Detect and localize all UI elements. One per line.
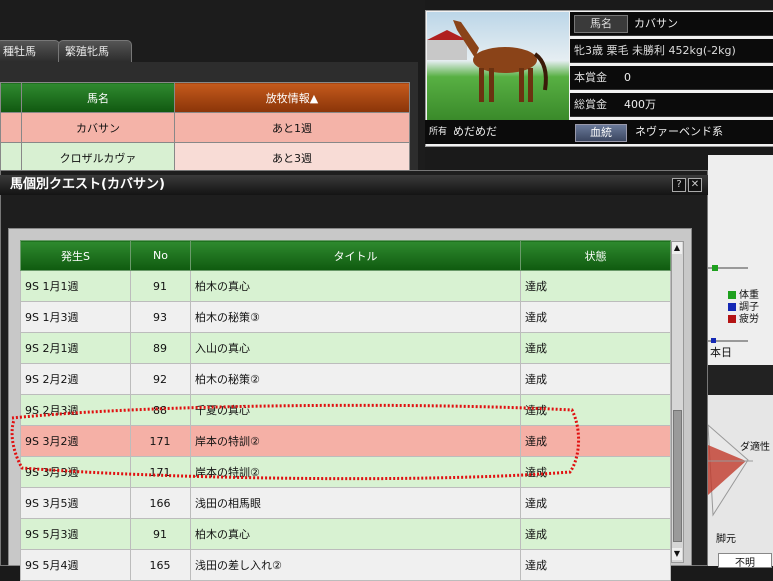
red-annotation-scribble — [10, 403, 581, 481]
